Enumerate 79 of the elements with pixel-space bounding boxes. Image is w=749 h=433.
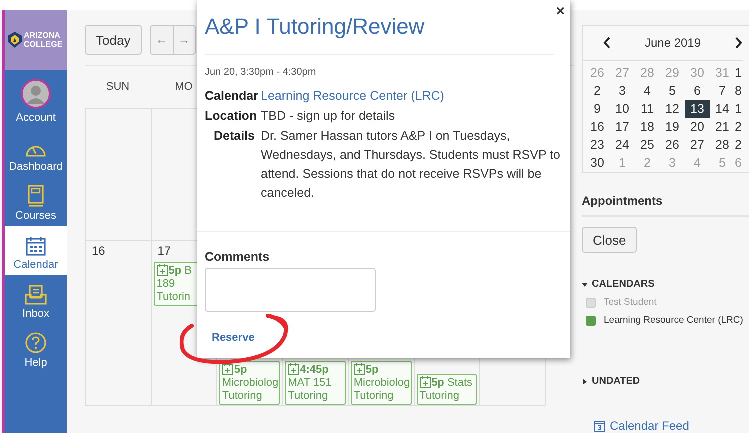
chevron-right-icon[interactable] (735, 37, 743, 49)
book-icon (27, 185, 45, 207)
mini-day[interactable]: 3 (610, 82, 635, 100)
calendar-add-icon (288, 363, 300, 375)
chevron-left-icon[interactable] (603, 37, 611, 49)
mini-day[interactable]: 19 (660, 118, 685, 136)
mini-day[interactable]: 30 (585, 154, 610, 172)
field-label: Location (205, 108, 255, 125)
mini-day[interactable]: 2 (735, 136, 745, 154)
section-title: UNDATED (592, 376, 640, 387)
mini-day[interactable]: 10 (610, 100, 635, 118)
mini-day[interactable]: 27 (685, 136, 710, 154)
shield-icon (8, 32, 22, 48)
nav-item[interactable]: Help (5, 324, 67, 373)
day-cell[interactable] (86, 109, 152, 241)
calendar-checkbox[interactable] (586, 316, 596, 326)
calendar-add-icon (156, 264, 168, 276)
section-title: Appointments (582, 194, 749, 217)
event-time: Jun 20, 3:30pm - 4:30pm (205, 67, 318, 78)
comments-label: Comments (205, 250, 271, 264)
mini-day[interactable]: 5 (660, 82, 685, 100)
mini-day[interactable]: 11 (635, 100, 660, 118)
mini-day[interactable]: 23 (585, 136, 610, 154)
calendar-checkbox[interactable] (586, 298, 596, 308)
field-value: TBD - sign up for details (261, 108, 396, 125)
mini-day[interactable]: 21 (710, 118, 735, 136)
calendar-icon (594, 420, 605, 432)
today-button[interactable]: Today (85, 25, 142, 55)
calendar-name: Learning Resource Center (LRC) (604, 315, 744, 326)
section-title: CALENDARS (592, 279, 655, 290)
weekday-header: SUN (105, 81, 131, 93)
mini-day[interactable]: 17 (610, 118, 635, 136)
calendar-icon (26, 236, 46, 256)
mini-day[interactable]: 9 (585, 100, 610, 118)
caret-right-icon[interactable] (582, 378, 588, 384)
avatar-icon (21, 79, 51, 109)
logo-text: ARIZONA (24, 31, 62, 40)
mini-day[interactable]: 25 (635, 136, 660, 154)
field-label: Details (213, 128, 255, 145)
reserve-link[interactable]: Reserve (212, 332, 255, 344)
nav-item[interactable]: Inbox (5, 275, 67, 324)
mini-day[interactable]: 6 (685, 82, 710, 100)
mini-day[interactable]: 8 (735, 82, 745, 100)
close-button[interactable]: Close (582, 227, 638, 253)
calendar-add-icon (420, 376, 431, 388)
day-number: 16 (91, 244, 106, 260)
event-title: A&P I Tutoring/Review (205, 14, 554, 55)
inbox-icon (25, 285, 47, 305)
mini-day[interactable]: 12 (660, 100, 685, 118)
mini-day[interactable]: 28 (710, 136, 735, 154)
field-value: Dr. Samer Hassan tutors A&P I on Tuesdays, Wednesdays, and Thursdays. Students must RSVP to attend. Sessions that do not receive RSVPs will be canceled. (261, 128, 562, 202)
mini-day[interactable]: 2 (735, 118, 745, 136)
nav-item[interactable]: Account (5, 70, 67, 128)
nav-item[interactable]: Dashboard (5, 128, 67, 177)
mini-day[interactable]: 14 (710, 100, 735, 118)
mini-day[interactable]: 24 (610, 136, 635, 154)
month-title: June 2019 (644, 36, 702, 50)
mini-day[interactable]: 16 (585, 118, 610, 136)
mini-day[interactable]: 1 (735, 64, 745, 82)
nav-item[interactable]: Courses (5, 177, 67, 226)
calendar-add-icon (222, 363, 234, 375)
nav-item[interactable]: Calendar (5, 226, 67, 275)
mini-day[interactable]: 2 (585, 82, 610, 100)
weekday-header: MO (174, 81, 194, 93)
help-icon (25, 332, 47, 354)
mini-day[interactable]: 1 (735, 100, 745, 118)
calendar-add-icon (354, 363, 365, 375)
mini-day[interactable]: 13 (685, 100, 710, 118)
caret-down-icon[interactable] (582, 282, 588, 288)
mini-day[interactable]: 26 (660, 136, 685, 154)
mini-day[interactable]: 7 (710, 82, 735, 100)
mini-day[interactable]: 4 (635, 82, 660, 100)
comments-field[interactable] (205, 268, 376, 312)
calendar-feed-link[interactable]: Calendar Feed (594, 419, 749, 433)
mini-day[interactable]: 20 (685, 118, 710, 136)
mini-day[interactable]: 18 (635, 118, 660, 136)
calendar-name: Test Student (604, 297, 657, 308)
logo-text: COLLEGE (24, 40, 63, 49)
calendar-link[interactable]: Learning Resource Center (LRC) (261, 87, 562, 106)
